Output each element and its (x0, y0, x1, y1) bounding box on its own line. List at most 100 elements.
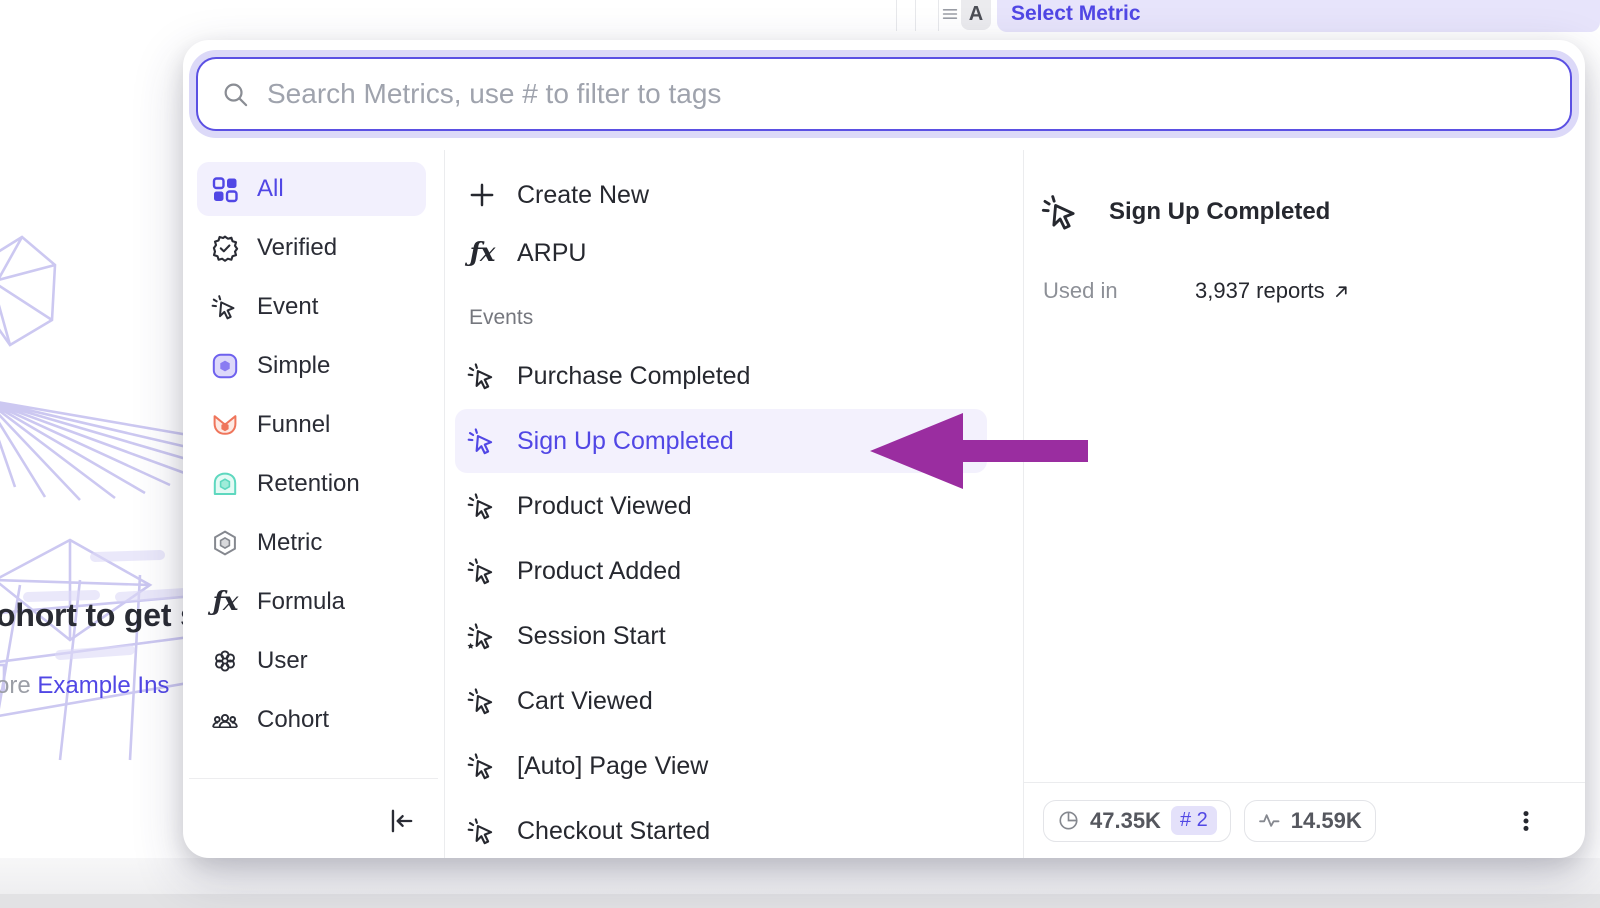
funnel-chart-icon (211, 411, 239, 439)
background-headline: ohort to get s (0, 597, 198, 634)
sidebar-item-metric[interactable]: Metric (197, 516, 426, 570)
decorative-wireframe-graphic (0, 225, 205, 785)
sidebar-item-funnel[interactable]: Funnel (197, 398, 426, 452)
cursor-click-icon (467, 556, 497, 586)
page-bottom-strip (0, 894, 1600, 908)
used-in-reports-link[interactable]: 3,937 reports (1195, 278, 1350, 304)
sidebar-item-label: Retention (257, 470, 360, 498)
formula-fx-icon: ƒx (211, 588, 239, 616)
cohort-people-icon (211, 706, 239, 734)
event-item-label: Session Start (517, 622, 666, 651)
used-in-label: Used in (1043, 278, 1195, 304)
stat-chip: 47.35K # 2 (1043, 800, 1231, 842)
pie-chart-icon (1057, 809, 1080, 832)
sidebar-item-label: User (257, 647, 308, 675)
metric-list: Create New ƒx ARPU Events Purchase Compl… (445, 150, 1024, 858)
event-item-sign-up-completed[interactable]: Sign Up Completed (455, 409, 987, 473)
event-item-label: Product Viewed (517, 492, 692, 521)
grid-line (915, 0, 916, 31)
event-item-auto-page-view[interactable]: [Auto] Page View (455, 734, 987, 798)
event-item-product-viewed[interactable]: Product Viewed (455, 474, 987, 538)
arpu-label: ARPU (517, 239, 586, 268)
event-item-label: Product Added (517, 557, 681, 586)
row-label-badge: A (961, 0, 991, 30)
sidebar-item-label: Simple (257, 352, 330, 380)
event-item-session-start[interactable]: Session Start (455, 604, 987, 668)
stat-value: 47.35K (1090, 808, 1161, 834)
metric-picker-modal: All Verified Event Simple Funnel Retenti… (183, 40, 1585, 858)
sidebar-item-label: Cohort (257, 706, 329, 734)
grid-line (896, 0, 897, 31)
event-item-label: [Auto] Page View (517, 752, 708, 781)
cursor-click-icon (467, 426, 497, 456)
event-item-label: Cart Viewed (517, 687, 653, 716)
cursor-click-icon (1041, 192, 1081, 232)
used-in-value: 3,937 reports (1195, 278, 1325, 304)
event-item-label: Sign Up Completed (517, 427, 734, 456)
events-section-header: Events (469, 306, 987, 330)
sidebar-item-label: Funnel (257, 411, 330, 439)
create-new-label: Create New (517, 181, 649, 210)
hamburger-icon[interactable] (941, 5, 959, 23)
sidebar-divider (189, 778, 438, 779)
sidebar-item-label: All (257, 175, 284, 203)
event-item-label: Checkout Started (517, 817, 710, 846)
search-area (183, 40, 1585, 150)
sidebar-item-retention[interactable]: Retention (197, 457, 426, 511)
cursor-click-icon (467, 686, 497, 716)
example-insights-link[interactable]: Example Ins (37, 672, 169, 699)
event-item-label: Purchase Completed (517, 362, 750, 391)
simple-chart-icon (211, 352, 239, 380)
cursor-click-icon (467, 491, 497, 521)
used-in-row: Used in 3,937 reports (1024, 278, 1585, 304)
sidebar-item-label: Metric (257, 529, 322, 557)
plus-icon (467, 180, 497, 210)
formula-fx-icon: ƒx (467, 238, 497, 268)
picker-columns: All Verified Event Simple Funnel Retenti… (183, 150, 1585, 858)
metric-hexagon-icon (211, 529, 239, 557)
sidebar-item-all[interactable]: All (197, 162, 426, 216)
stat-chip: 14.59K (1244, 800, 1376, 842)
event-item-purchase-completed[interactable]: Purchase Completed (455, 344, 987, 408)
select-metric-trigger[interactable]: Select Metric (997, 0, 1600, 32)
kebab-menu-icon[interactable] (1513, 808, 1539, 834)
detail-footer: 47.35K # 2 14.59K (1024, 782, 1585, 858)
select-metric-label: Select Metric (1011, 2, 1141, 26)
cursor-click-icon (467, 361, 497, 391)
sidebar-item-event[interactable]: Event (197, 280, 426, 334)
sidebar-item-user[interactable]: User (197, 634, 426, 688)
search-input[interactable] (265, 77, 1546, 111)
event-item-product-added[interactable]: Product Added (455, 539, 987, 603)
sidebar-item-simple[interactable]: Simple (197, 339, 426, 393)
list-item-arpu[interactable]: ƒx ARPU (455, 224, 987, 282)
category-sidebar: All Verified Event Simple Funnel Retenti… (183, 150, 445, 858)
create-new-button[interactable]: Create New (455, 166, 987, 224)
cursor-click-icon (467, 751, 497, 781)
metric-detail-panel: Sign Up Completed Used in 3,937 reports … (1024, 150, 1585, 858)
search-icon (222, 81, 249, 108)
cursor-click-icon (467, 816, 497, 846)
event-item-checkout-started[interactable]: Checkout Started (455, 799, 987, 858)
sidebar-item-cohort[interactable]: Cohort (197, 693, 426, 747)
cursor-click-icon (211, 293, 239, 321)
collapse-panel-icon[interactable] (386, 806, 416, 836)
search-box (196, 57, 1572, 131)
external-link-icon (1333, 283, 1350, 300)
grid-icon (211, 175, 239, 203)
stat-rank-badge: # 2 (1171, 806, 1217, 835)
detail-title: Sign Up Completed (1109, 198, 1330, 226)
sidebar-item-label: Formula (257, 588, 345, 616)
grid-line (938, 0, 939, 31)
activity-icon (1258, 809, 1281, 832)
sidebar-item-label: Verified (257, 234, 337, 262)
cursor-click-star-icon (467, 621, 497, 651)
background-link-line: ore Example Ins (0, 672, 169, 700)
event-item-cart-viewed[interactable]: Cart Viewed (455, 669, 987, 733)
sidebar-item-label: Event (257, 293, 318, 321)
background-link-prefix: ore (0, 672, 37, 699)
user-cluster-icon (211, 647, 239, 675)
screen: ohort to get s ore Example Ins A Select … (0, 0, 1600, 908)
detail-header: Sign Up Completed (1024, 150, 1585, 232)
sidebar-item-verified[interactable]: Verified (197, 221, 426, 275)
sidebar-item-formula[interactable]: ƒx Formula (197, 575, 426, 629)
